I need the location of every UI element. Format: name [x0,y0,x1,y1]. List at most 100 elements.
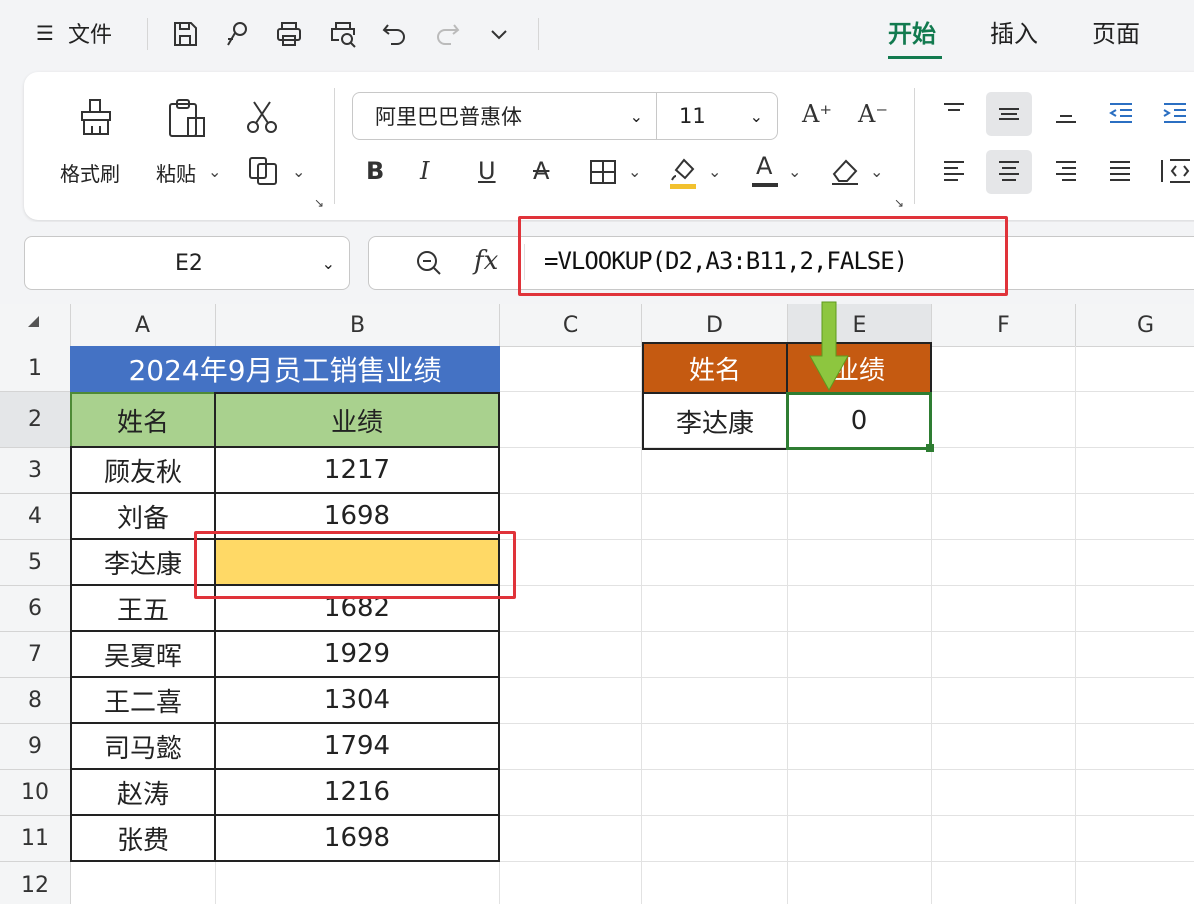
tab-page[interactable]: 页面 [1092,14,1140,49]
strikethrough-button[interactable]: A [533,157,549,185]
chevron-down-icon[interactable]: ⌄ [870,162,883,181]
chevron-down-icon[interactable]: ⌄ [208,162,221,181]
undo-icon[interactable] [378,18,412,50]
justify-icon[interactable] [1106,158,1134,184]
table-cell-score[interactable]: 1794 [214,722,500,770]
underline-button[interactable]: U [478,157,496,185]
name-box-value: E2 [175,250,203,276]
decrease-indent-icon[interactable] [1106,100,1136,126]
column-header-b[interactable]: B [216,304,500,346]
dialog-launcher-icon[interactable]: ↘ [894,196,904,210]
header-name-cell[interactable]: 姓名 [70,392,216,448]
tab-insert[interactable]: 插入 [990,14,1038,49]
row-header-1[interactable]: 1 [0,346,70,392]
divider [914,88,915,204]
paste-icon[interactable] [166,96,210,140]
decrease-font-button[interactable]: A⁻ [858,100,888,128]
save-icon[interactable] [168,18,202,50]
lookup-name-cell[interactable]: 李达康 [642,392,788,450]
chevron-down-icon[interactable]: ⌄ [292,162,305,181]
main-menu[interactable]: ☰ 文件 [36,0,112,66]
table-cell-score[interactable]: 1304 [214,676,500,724]
divider [538,18,539,50]
table-cell-name[interactable]: 吴夏晖 [70,630,216,678]
font-color-letter: A [756,152,773,180]
fx-icon[interactable]: fx [474,246,498,276]
header-score-cell[interactable]: 业绩 [214,392,500,448]
align-middle-icon[interactable] [995,100,1023,126]
table-cell-score[interactable]: 1217 [214,446,500,494]
print-preview-icon[interactable] [326,18,360,50]
lookup-header-name[interactable]: 姓名 [642,342,788,394]
copy-icon[interactable] [246,154,286,188]
table-cell-score[interactable]: 1698 [214,814,500,862]
align-right-icon[interactable] [1052,158,1080,184]
column-header-f[interactable]: F [932,304,1076,346]
table-cell-name[interactable]: 顾友秋 [70,446,216,494]
font-name-select[interactable]: 阿里巴巴普惠体 ⌄ [352,92,658,140]
font-color-swatch [752,183,778,187]
gridline [1075,346,1076,904]
row-header-11[interactable]: 11 [0,816,70,862]
divider [334,88,335,204]
column-header-d[interactable]: D [642,304,788,346]
name-box[interactable]: E2 ⌄ [24,236,350,290]
chevron-down-icon: ⌄ [629,106,643,126]
dialog-launcher-icon[interactable]: ↘ [314,196,324,210]
row-header-4[interactable]: 4 [0,494,70,540]
column-header-c[interactable]: C [500,304,642,346]
distribute-icon[interactable] [1158,156,1192,186]
table-cell-score[interactable]: 1929 [214,630,500,678]
paste-label[interactable]: 粘贴 [156,158,196,187]
row-header-10[interactable]: 10 [0,770,70,816]
chevron-down-icon[interactable] [482,18,516,50]
table-cell-name[interactable]: 赵涛 [70,768,216,816]
row-header-12[interactable]: 12 [0,862,70,908]
empty-cell-highlight-box [194,531,516,599]
align-center-icon[interactable] [995,158,1023,184]
row-header-8[interactable]: 8 [0,678,70,724]
eraser-icon[interactable] [828,156,862,186]
column-header-g[interactable]: G [1076,304,1194,346]
row-header-5[interactable]: 5 [0,540,70,586]
chevron-down-icon[interactable]: ⌄ [788,162,801,181]
fill-handle[interactable] [926,444,934,452]
cut-icon[interactable] [244,98,280,136]
format-painter-label[interactable]: 格式刷 [60,158,120,187]
row-header-6[interactable]: 6 [0,586,70,632]
select-all-icon[interactable] [28,316,39,327]
arrow-down-icon [809,301,849,392]
chevron-down-icon[interactable]: ⌄ [708,162,721,181]
bold-button[interactable]: B [366,157,384,185]
fill-color-icon[interactable] [668,154,700,190]
align-left-icon[interactable] [940,158,968,184]
print-icon[interactable] [272,18,306,50]
border-icon[interactable] [588,158,618,186]
redo-icon[interactable] [430,18,464,50]
font-color-icon[interactable]: A [750,152,780,188]
column-header-a[interactable]: A [70,304,216,346]
tab-start[interactable]: 开始 [888,14,936,49]
increase-indent-icon[interactable] [1160,100,1190,126]
lookup-result-cell[interactable]: 0 [786,392,932,450]
format-painter-icon[interactable] [76,96,116,138]
table-title[interactable]: 2024年9月员工销售业绩 [70,346,500,392]
table-cell-name[interactable]: 司马懿 [70,722,216,770]
row-header-7[interactable]: 7 [0,632,70,678]
table-cell-name[interactable]: 张费 [70,814,216,862]
font-size-select[interactable]: 11 ⌄ [656,92,778,140]
row-header-3[interactable]: 3 [0,448,70,494]
chevron-down-icon: ⌄ [321,253,335,273]
table-cell-name[interactable]: 王二喜 [70,676,216,724]
zoom-formula-icon[interactable] [414,248,444,278]
row-header-9[interactable]: 9 [0,724,70,770]
align-top-icon[interactable] [940,100,968,126]
italic-button[interactable]: I [420,157,429,185]
chevron-down-icon[interactable]: ⌄ [628,162,641,181]
table-cell-score[interactable]: 1216 [214,768,500,816]
align-bottom-icon[interactable] [1052,100,1080,126]
row-header-2[interactable]: 2 [0,392,70,448]
menu-icon: ☰ [36,21,54,45]
share-icon[interactable] [220,18,254,50]
increase-font-button[interactable]: A⁺ [802,100,832,128]
